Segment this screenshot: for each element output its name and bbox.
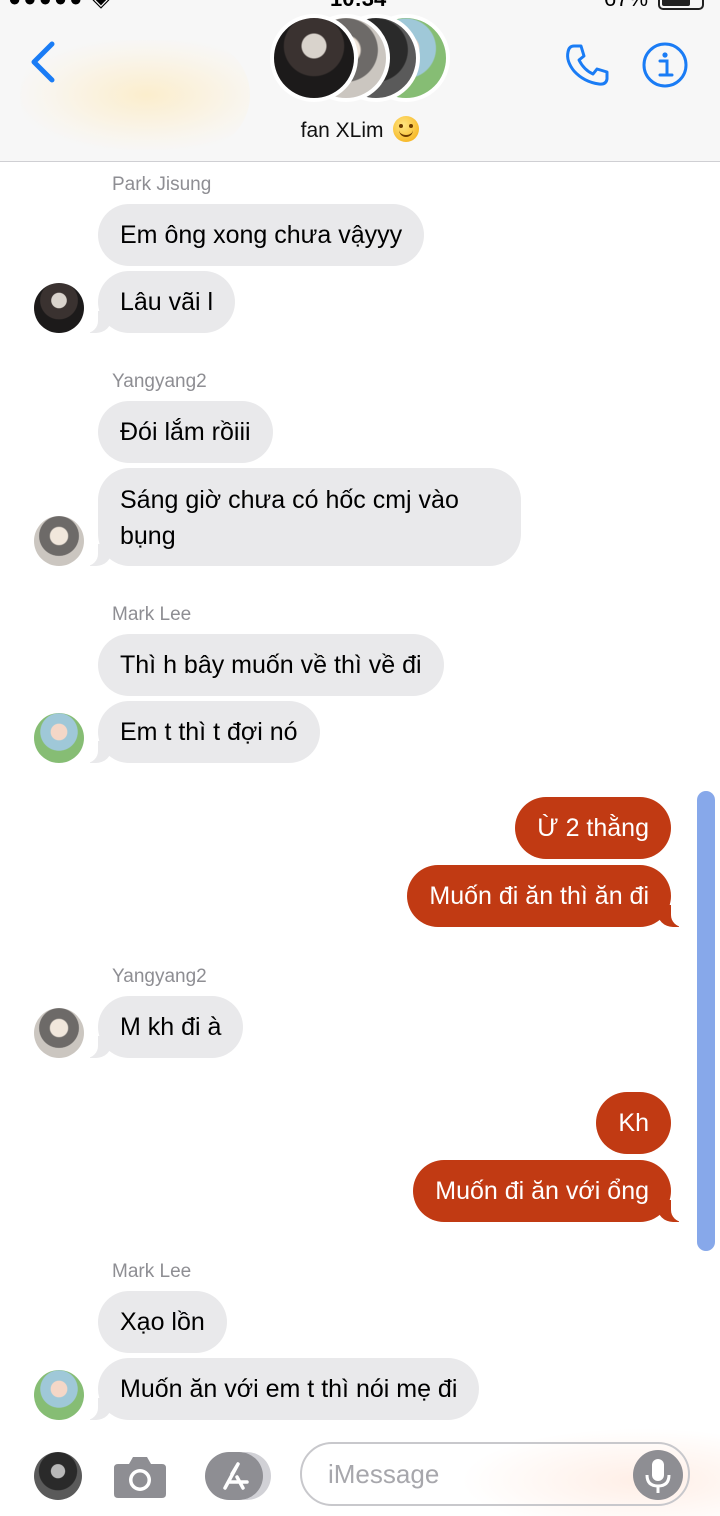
battery-icon [658,0,704,10]
incoming-message-bubble[interactable]: Lâu vãi l [85,271,236,333]
sender-avatar[interactable] [34,1008,84,1058]
scroll-indicator[interactable] [697,791,715,1251]
camera-button[interactable] [112,1452,168,1500]
battery-percent: 67% [604,0,648,12]
phone-icon [566,44,609,86]
sender-avatar[interactable] [34,713,84,763]
memoji-avatar[interactable] [34,1452,82,1500]
incoming-message-bubble[interactable]: Xạo lồn [98,1291,227,1353]
sender-name: Yangyang2 [112,966,207,987]
incoming-message-bubble[interactable]: M kh đi à [85,996,244,1058]
info-icon [642,42,688,88]
sender-avatar[interactable] [34,1370,84,1420]
sender-name: Park Jisung [112,174,212,195]
app-store-button[interactable] [205,1452,271,1500]
sender-avatar[interactable] [34,516,84,566]
outgoing-message-bubble[interactable]: Kh [596,1092,671,1154]
sender-name: Yangyang2 [112,371,207,392]
incoming-message-bubble[interactable]: Sáng giờ chưa có hốc cmj vào bụng [86,468,521,566]
sender-name: Mark Lee [112,1261,192,1282]
outgoing-message-bubble[interactable]: Ừ 2 thằng [515,797,671,859]
microphone-button[interactable] [633,1450,683,1500]
status-bar: ●●●●● ◈ 10:34 67% [0,0,720,12]
app-store-icon [205,1452,271,1500]
incoming-message-bubble[interactable]: Đói lắm rồiii [98,401,273,463]
group-name[interactable]: fan XLim [0,116,720,143]
smiling-face-emoji-icon [393,116,420,142]
incoming-message-bubble[interactable]: Thì h bây muốn về thì về đi [98,634,444,696]
status-time: 10:34 [330,0,386,12]
incoming-message-bubble[interactable]: Em ông xong chưa vậyyy [98,204,425,266]
sender-name: Mark Lee [112,604,192,625]
signal-dots-icon: ●●●●● ◈ [8,0,111,12]
incoming-message-bubble[interactable]: Em t thì t đợi nó [86,701,320,763]
group-avatar-stack[interactable] [270,14,452,104]
member-avatar [270,14,358,102]
outgoing-message-bubble[interactable]: Muốn đi ăn thì ăn đi [407,865,683,927]
imessage-input[interactable] [300,1442,690,1506]
camera-icon [114,1457,166,1498]
conversation-header: ●●●●● ◈ 10:34 67% fan XLim [0,0,720,162]
chevron-left-icon [31,41,55,83]
microphone-icon [645,1459,671,1493]
back-button[interactable] [26,40,60,84]
message-input-bar [0,1428,720,1516]
call-button[interactable] [562,40,612,90]
outgoing-message-bubble[interactable]: Muốn đi ăn với ổng [413,1160,683,1222]
info-button[interactable] [642,42,688,88]
incoming-message-bubble[interactable]: Muốn ăn với em t thì nói mẹ đi [85,1358,480,1420]
sender-avatar[interactable] [34,283,84,333]
